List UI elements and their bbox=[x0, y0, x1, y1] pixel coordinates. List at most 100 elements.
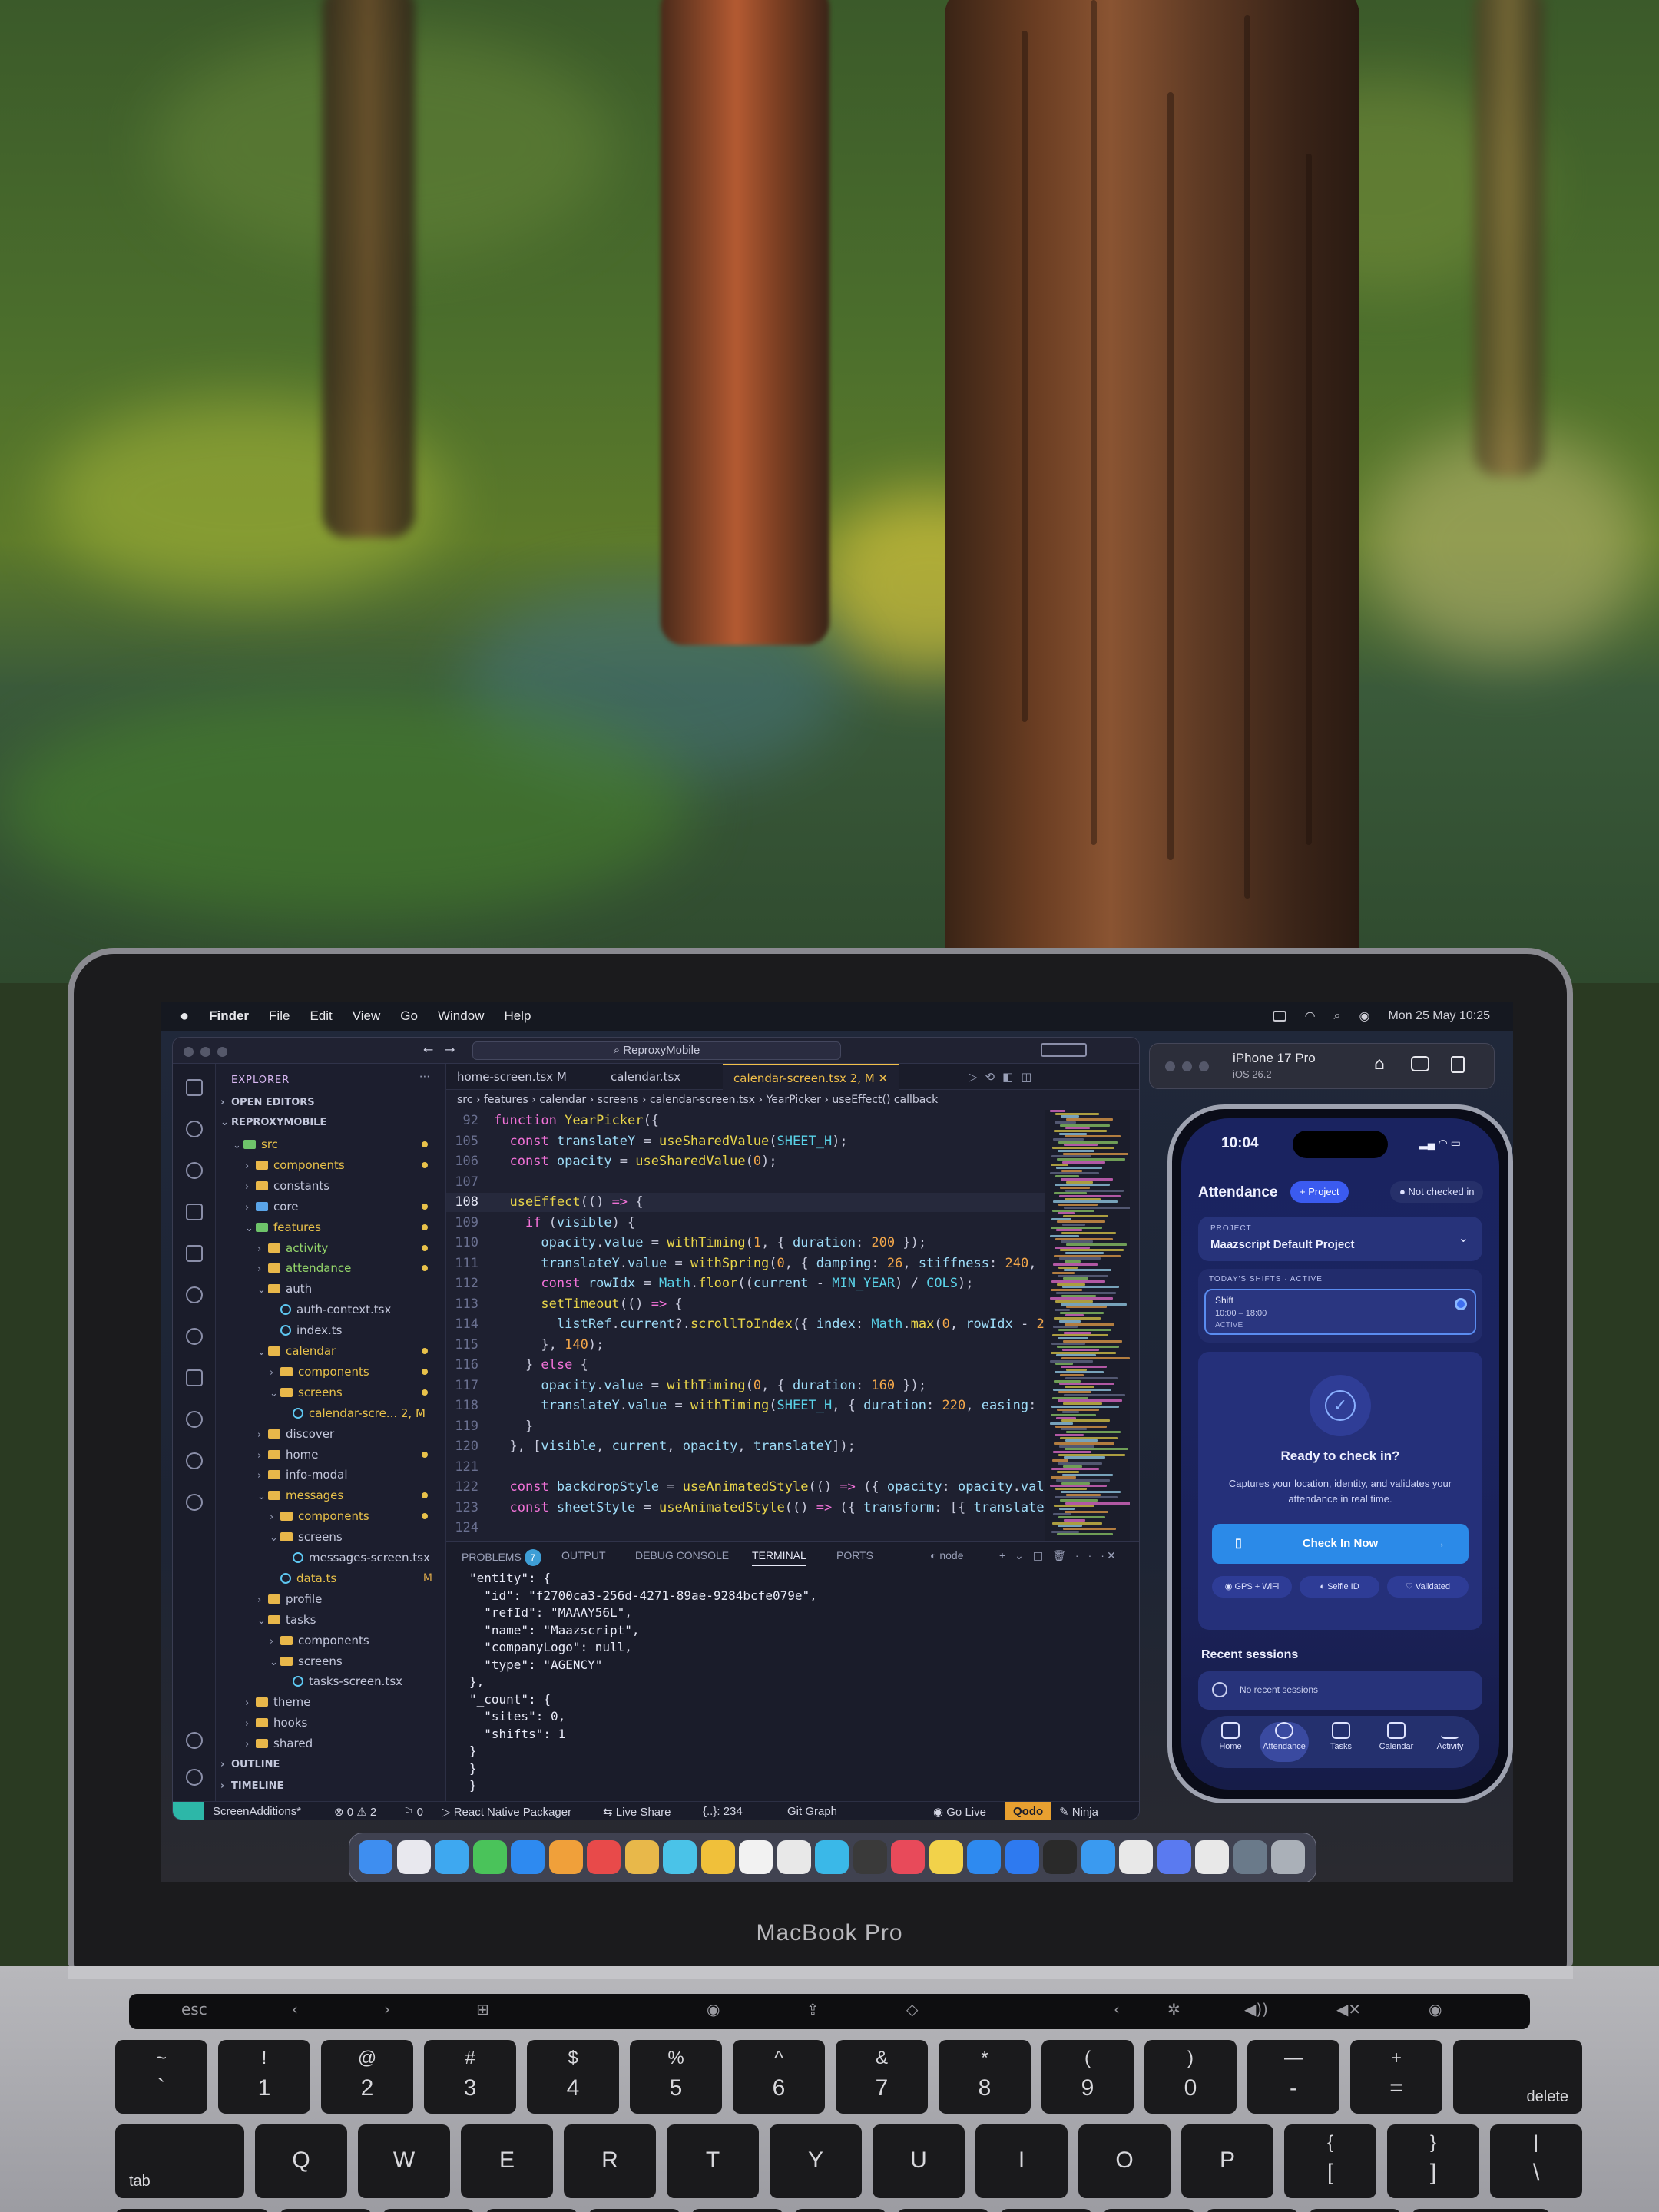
tree-folder[interactable]: › core bbox=[216, 1197, 446, 1217]
touchbar-mute-icon[interactable]: ◀✕ bbox=[1336, 2000, 1361, 2023]
close-window-button[interactable] bbox=[184, 1047, 194, 1057]
tree-folder[interactable]: › hooks bbox=[216, 1713, 446, 1733]
tree-folder[interactable]: ⌄ src bbox=[216, 1134, 446, 1154]
tree-file[interactable]: auth-context.tsx bbox=[216, 1300, 446, 1320]
tab-tasks[interactable]: Tasks bbox=[1316, 1722, 1366, 1751]
tab-attendance[interactable]: Attendance bbox=[1260, 1722, 1309, 1762]
dock-app-icon[interactable] bbox=[1271, 1840, 1305, 1874]
menu-app-name[interactable]: Finder bbox=[209, 1008, 249, 1024]
dock-app-icon[interactable] bbox=[739, 1840, 773, 1874]
tree-folder[interactable]: › components bbox=[216, 1362, 446, 1382]
dock-app-icon[interactable] bbox=[1119, 1840, 1153, 1874]
terminal-shell-selector[interactable]: ◐ node bbox=[930, 1549, 964, 1561]
status-ports[interactable]: ⚐ 0 bbox=[403, 1805, 423, 1819]
code-editor[interactable]: 92 function YearPicker({105 const transla… bbox=[446, 1110, 1045, 1541]
tree-file[interactable]: calendar-scre... 2, M bbox=[216, 1403, 446, 1423]
tree-folder[interactable]: › activity bbox=[216, 1238, 446, 1258]
menubar-clock[interactable]: Mon 25 May 10:25 bbox=[1388, 1009, 1490, 1023]
key-bracket-2[interactable]: | \ bbox=[1490, 2124, 1582, 2198]
run-debug-icon[interactable] bbox=[186, 1204, 203, 1220]
menu-view[interactable]: View bbox=[353, 1008, 381, 1024]
key-7[interactable]: & 7 bbox=[836, 2040, 928, 2114]
forward-arrow-icon[interactable]: → bbox=[445, 1042, 455, 1057]
key-o[interactable]: O bbox=[1078, 2124, 1171, 2198]
menu-go[interactable]: Go bbox=[400, 1008, 418, 1024]
status-liveshare[interactable]: ⇆ Live Share bbox=[603, 1805, 671, 1819]
account-icon[interactable] bbox=[186, 1732, 203, 1749]
key-j[interactable]: J bbox=[897, 2209, 989, 2212]
rotate-icon[interactable] bbox=[1451, 1056, 1465, 1073]
key-1[interactable]: ! 1 bbox=[218, 2040, 310, 2114]
key-caps-lock[interactable]: caps lock bbox=[115, 2209, 269, 2212]
menu-help[interactable]: Help bbox=[504, 1008, 531, 1024]
panel-tab-problems[interactable]: PROBLEMS 7 bbox=[462, 1549, 541, 1566]
dock-app-icon[interactable] bbox=[853, 1840, 887, 1874]
key-y[interactable]: Y bbox=[770, 2124, 862, 2198]
tab-activity[interactable]: Activity bbox=[1426, 1722, 1475, 1751]
remote-icon[interactable] bbox=[186, 1411, 203, 1428]
key-8[interactable]: * 8 bbox=[939, 2040, 1031, 2114]
chatgpt-icon[interactable] bbox=[186, 1452, 203, 1469]
key-h[interactable]: H bbox=[794, 2209, 886, 2212]
minimize-window-button[interactable] bbox=[200, 1047, 210, 1057]
touchbar-brightness-icon[interactable]: ✲ bbox=[1167, 2000, 1181, 2023]
menu-edit[interactable]: Edit bbox=[310, 1008, 332, 1024]
key-punct-0[interactable]: :; bbox=[1206, 2209, 1298, 2212]
add-project-pill[interactable]: + Project bbox=[1290, 1181, 1349, 1203]
dock-app-icon[interactable] bbox=[891, 1840, 925, 1874]
touchbar-esc[interactable]: esc bbox=[181, 2000, 207, 2023]
search-icon[interactable]: ⌕ bbox=[1334, 1009, 1341, 1023]
key-5[interactable]: % 5 bbox=[630, 2040, 722, 2114]
dock-app-icon[interactable] bbox=[1043, 1840, 1077, 1874]
battery-icon[interactable] bbox=[1272, 1011, 1286, 1022]
dock-app-icon[interactable] bbox=[396, 1840, 431, 1874]
menu-file[interactable]: File bbox=[269, 1008, 290, 1024]
status-ninja[interactable]: ✎ Ninja bbox=[1059, 1805, 1098, 1819]
touchbar-back-icon[interactable]: ‹ bbox=[292, 2000, 298, 2023]
key-3[interactable]: #3 bbox=[424, 2040, 516, 2114]
touch-bar[interactable] bbox=[129, 1994, 1530, 2029]
remote-indicator-icon[interactable] bbox=[173, 1802, 204, 1820]
extensions-icon[interactable] bbox=[186, 1245, 203, 1262]
panel-tab-debug-console[interactable]: DEBUG CONSOLE bbox=[635, 1549, 729, 1561]
tree-folder[interactable]: ⌄ tasks bbox=[216, 1610, 446, 1630]
key-0[interactable]: ) 0 bbox=[1144, 2040, 1237, 2114]
touchbar-siri-icon[interactable]: ◉ bbox=[1429, 2000, 1442, 2023]
tab-calendar[interactable]: calendar.tsx bbox=[600, 1064, 691, 1090]
breadcrumb[interactable]: src › features › calendar › screens › ca… bbox=[446, 1090, 1045, 1110]
sim-minimize-button[interactable] bbox=[1182, 1061, 1192, 1071]
key-f[interactable]: F bbox=[588, 2209, 680, 2212]
touchbar-volume-icon[interactable]: ◀)) bbox=[1244, 2000, 1268, 2023]
dock-app-icon[interactable] bbox=[1081, 1840, 1115, 1874]
tree-folder[interactable]: › components bbox=[216, 1155, 446, 1175]
tree-folder[interactable]: ⌄ screens bbox=[216, 1527, 446, 1547]
command-center-search[interactable]: ⌕ ReproxyMobile bbox=[472, 1041, 841, 1060]
key-w[interactable]: W bbox=[358, 2124, 450, 2198]
dock-app-icon[interactable] bbox=[700, 1840, 735, 1874]
status-problems[interactable]: ⊗ 0 ⚠ 2 bbox=[334, 1805, 376, 1819]
tree-folder[interactable]: ⌄ auth bbox=[216, 1279, 446, 1299]
timeline-section[interactable]: › TIMELINE bbox=[216, 1777, 446, 1796]
dock-app-icon[interactable] bbox=[359, 1840, 392, 1874]
tree-folder[interactable]: › info-modal bbox=[216, 1465, 446, 1485]
key-`[interactable]: ~ ` bbox=[115, 2040, 207, 2114]
dock-app-icon[interactable] bbox=[435, 1840, 469, 1874]
key-return[interactable]: return bbox=[1412, 2209, 1550, 2212]
tree-folder[interactable]: › profile bbox=[216, 1589, 446, 1609]
key-bracket-0[interactable]: {[ bbox=[1284, 2124, 1376, 2198]
dock-app-icon[interactable] bbox=[1195, 1840, 1229, 1874]
tree-file[interactable]: tasks-screen.tsx bbox=[216, 1671, 446, 1691]
touchbar-forward-icon[interactable]: › bbox=[384, 2000, 390, 2023]
key-bracket-1[interactable]: }] bbox=[1387, 2124, 1479, 2198]
tab-calendar-screen[interactable]: calendar-screen.tsx 2, M ✕ bbox=[723, 1064, 899, 1090]
key-l[interactable]: L bbox=[1103, 2209, 1195, 2212]
tree-folder[interactable]: › home bbox=[216, 1445, 446, 1465]
extension-sun-icon[interactable] bbox=[186, 1286, 203, 1303]
key-t[interactable]: T bbox=[667, 2124, 759, 2198]
status-packager[interactable]: ▷ React Native Packager bbox=[442, 1805, 571, 1819]
dock-app-icon[interactable] bbox=[815, 1840, 849, 1874]
tree-folder[interactable]: › components bbox=[216, 1631, 446, 1651]
sim-zoom-button[interactable] bbox=[1199, 1061, 1209, 1071]
status-qodo[interactable]: Qodo bbox=[1005, 1802, 1051, 1820]
key-q[interactable]: Q bbox=[255, 2124, 347, 2198]
